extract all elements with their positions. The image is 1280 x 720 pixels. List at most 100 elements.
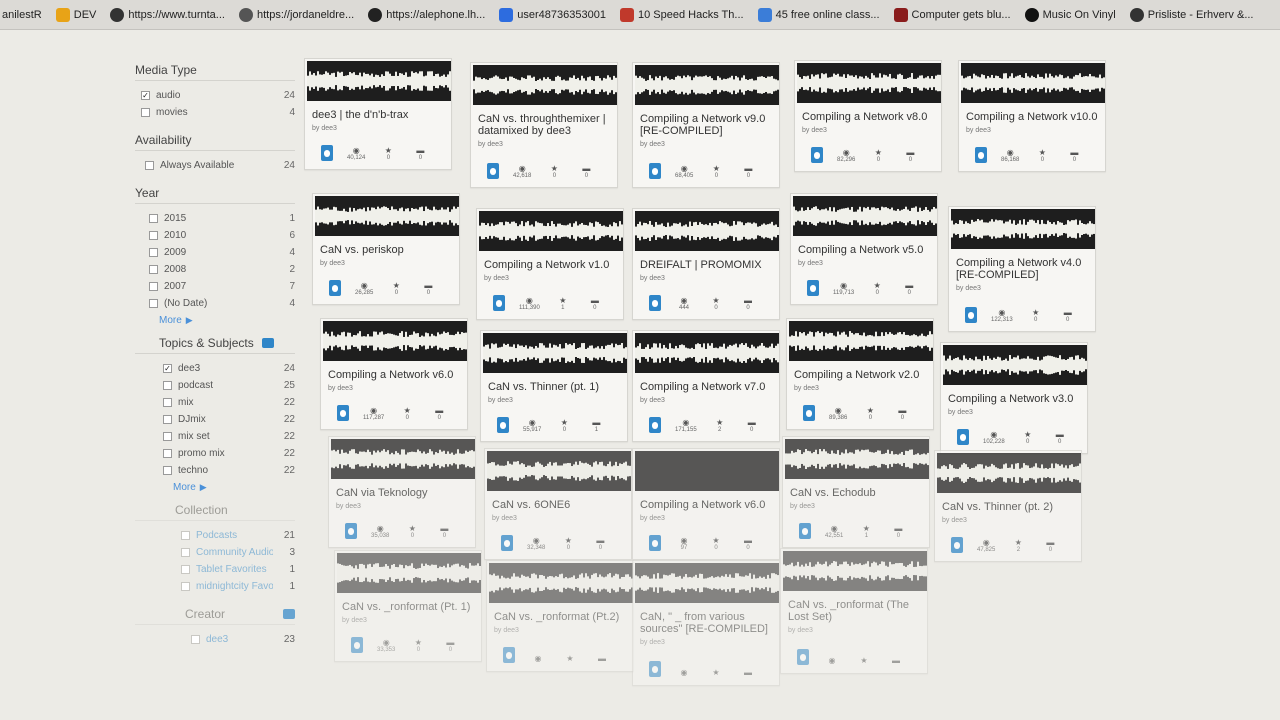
waveform-thumbnail[interactable] (789, 321, 933, 361)
facet-checkbox[interactable] (163, 398, 172, 407)
result-card[interactable]: Compiling a Network v9.0 [RE-COMPILED] by… (632, 62, 780, 188)
card-byline[interactable]: by dee3 (640, 141, 665, 148)
waveform-thumbnail[interactable] (793, 196, 937, 236)
waveform-thumbnail[interactable] (943, 345, 1087, 385)
bookmark-item[interactable]: 45 free online class... (757, 7, 880, 22)
chart-toggle-icon[interactable] (283, 609, 295, 619)
result-card[interactable]: CaN, " _ from various sources" [RE-COMPI… (632, 560, 780, 686)
card-title[interactable]: CaN, " _ from various sources" [RE-COMPI… (640, 611, 776, 635)
waveform-thumbnail[interactable] (489, 563, 633, 603)
chart-toggle-icon[interactable] (261, 338, 274, 348)
facet-row[interactable]: Podcasts 21 (135, 527, 295, 544)
waveform-thumbnail[interactable] (331, 439, 475, 479)
card-title[interactable]: DREIFALT | PROMOMIX (640, 259, 776, 271)
card-title[interactable]: CaN vs. Thinner (pt. 1) (488, 381, 624, 393)
facet-row[interactable]: mix 22 (135, 394, 295, 411)
card-title[interactable]: Compiling a Network v1.0 (484, 259, 620, 271)
card-byline[interactable]: by dee3 (478, 141, 503, 148)
waveform-thumbnail[interactable] (337, 553, 481, 593)
card-title[interactable]: CaN via Teknology (336, 487, 472, 499)
facet-row[interactable]: Community Audio 3 (135, 544, 295, 561)
result-card[interactable]: Compiling a Network v5.0 by dee3 ◉ 119,713 ★… (790, 193, 938, 305)
card-byline[interactable]: by dee3 (802, 127, 827, 134)
card-title[interactable]: CaN vs. _ronformat (The Lost Set) (788, 599, 924, 623)
facet-row[interactable]: movies 4 (135, 104, 295, 121)
result-card[interactable]: CaN vs. periskop by dee3 ◉ 26,285 ★ 0 ▬ 0 (312, 193, 460, 305)
facet-row[interactable]: 2015 1 (135, 210, 295, 227)
facet-checkbox[interactable]: ✓ (141, 91, 150, 100)
card-byline[interactable]: by dee3 (342, 617, 367, 624)
bookmark-item[interactable]: Computer gets blu... (893, 7, 1011, 22)
facet-checkbox[interactable] (149, 248, 158, 257)
card-byline[interactable]: by dee3 (966, 127, 991, 134)
bookmark-item[interactable]: user48736353001 (499, 7, 606, 22)
card-byline[interactable]: by dee3 (494, 627, 519, 634)
bookmark-item[interactable]: https://jordaneldre... (238, 7, 354, 22)
card-title[interactable]: Compiling a Network v4.0 [RE-COMPILED] (956, 257, 1092, 281)
facet-checkbox[interactable] (163, 466, 172, 475)
card-byline[interactable]: by dee3 (336, 503, 361, 510)
waveform-thumbnail[interactable] (635, 65, 779, 105)
result-card[interactable]: CaN vs. 6ONE6 by dee3 ◉ 32,348 ★ 0 ▬ 0 (484, 448, 632, 560)
facet-checkbox[interactable] (181, 565, 190, 574)
facet-checkbox[interactable] (163, 415, 172, 424)
facet-row[interactable]: podcast 25 (135, 377, 295, 394)
facet-row[interactable]: dee3 23 (135, 631, 295, 648)
bookmark-item[interactable]: 10 Speed Hacks Th... (619, 7, 744, 22)
result-card[interactable]: Compiling a Network v2.0 by dee3 ◉ 89,386 ★ 0… (786, 318, 934, 430)
card-byline[interactable]: by dee3 (798, 260, 823, 267)
facet-checkbox[interactable]: ✓ (163, 364, 172, 373)
waveform-thumbnail[interactable] (937, 453, 1081, 493)
card-title[interactable]: CaN vs. _ronformat (Pt.2) (494, 611, 630, 623)
card-title[interactable]: CaN vs. Echodub (790, 487, 926, 499)
bookmark-item[interactable]: https://alephone.lh... (368, 7, 485, 22)
year-more-link[interactable]: More ▶ (135, 312, 295, 328)
waveform-thumbnail[interactable] (487, 451, 631, 491)
card-byline[interactable]: by dee3 (640, 515, 665, 522)
card-title[interactable]: Compiling a Network v7.0 (640, 381, 776, 393)
result-card[interactable]: Compiling a Network v8.0 by dee3 ◉ 82,296 ★ 0… (794, 60, 942, 172)
card-title[interactable]: CaN vs. throughthemixer | datamixed by d… (478, 113, 614, 137)
result-card[interactable]: Compiling a Network v10.0 by dee3 ◉ 86,168 ★… (958, 60, 1106, 172)
card-title[interactable]: CaN vs. 6ONE6 (492, 499, 628, 511)
facet-row[interactable]: DJmix 22 (135, 411, 295, 428)
result-card[interactable]: CaN vs. Echodub by dee3 ◉ 42,551 ★ 1 ▬ 0 (782, 436, 930, 548)
facet-checkbox[interactable] (149, 282, 158, 291)
facet-checkbox[interactable] (181, 548, 190, 557)
waveform-thumbnail[interactable] (635, 563, 779, 603)
card-title[interactable]: dee3 | the d'n'b-trax (312, 109, 448, 121)
facet-row[interactable]: midnightcity Favorites 1 (135, 578, 295, 595)
waveform-thumbnail[interactable] (951, 209, 1095, 249)
card-title[interactable]: CaN vs. _ronformat (Pt. 1) (342, 601, 478, 613)
bookmark-item[interactable]: anilestR (2, 9, 42, 21)
facet-checkbox[interactable] (191, 635, 200, 644)
facet-row[interactable]: 2010 6 (135, 227, 295, 244)
facet-checkbox[interactable] (149, 265, 158, 274)
card-byline[interactable]: by dee3 (488, 397, 513, 404)
facet-checkbox[interactable] (163, 449, 172, 458)
facet-row[interactable]: 2008 2 (135, 261, 295, 278)
facet-row[interactable]: mix set 22 (135, 428, 295, 445)
facet-row[interactable]: (No Date) 4 (135, 295, 295, 312)
waveform-thumbnail[interactable] (307, 61, 451, 101)
result-card[interactable]: dee3 | the d'n'b-trax by dee3 ◉ 40,124 ★ 0 ▬ 0 (304, 58, 452, 170)
card-byline[interactable]: by dee3 (790, 503, 815, 510)
result-card[interactable]: Compiling a Network v4.0 [RE-COMPILED] by… (948, 206, 1096, 332)
card-byline[interactable]: by dee3 (492, 515, 517, 522)
facet-checkbox[interactable] (145, 161, 154, 170)
facet-checkbox[interactable] (149, 299, 158, 308)
facet-checkbox[interactable] (163, 381, 172, 390)
waveform-thumbnail[interactable] (635, 333, 779, 373)
card-byline[interactable]: by dee3 (320, 260, 345, 267)
waveform-thumbnail[interactable] (785, 439, 929, 479)
result-card[interactable]: CaN vs. _ronformat (The Lost Set) by dee3… (780, 548, 928, 674)
card-byline[interactable]: by dee3 (312, 125, 337, 132)
bookmark-item[interactable]: DEV (55, 7, 96, 22)
facet-row[interactable]: Tablet Favorites 1 (135, 561, 295, 578)
result-card[interactable]: CaN vs. throughthemixer | datamixed by d… (470, 62, 618, 188)
facet-row[interactable]: 2009 4 (135, 244, 295, 261)
card-byline[interactable]: by dee3 (942, 517, 967, 524)
bookmark-item[interactable]: Prisliste - Erhverv &... (1129, 7, 1254, 22)
bookmark-item[interactable]: https://www.turnta... (110, 7, 225, 22)
facet-row[interactable]: techno 22 (135, 462, 295, 479)
